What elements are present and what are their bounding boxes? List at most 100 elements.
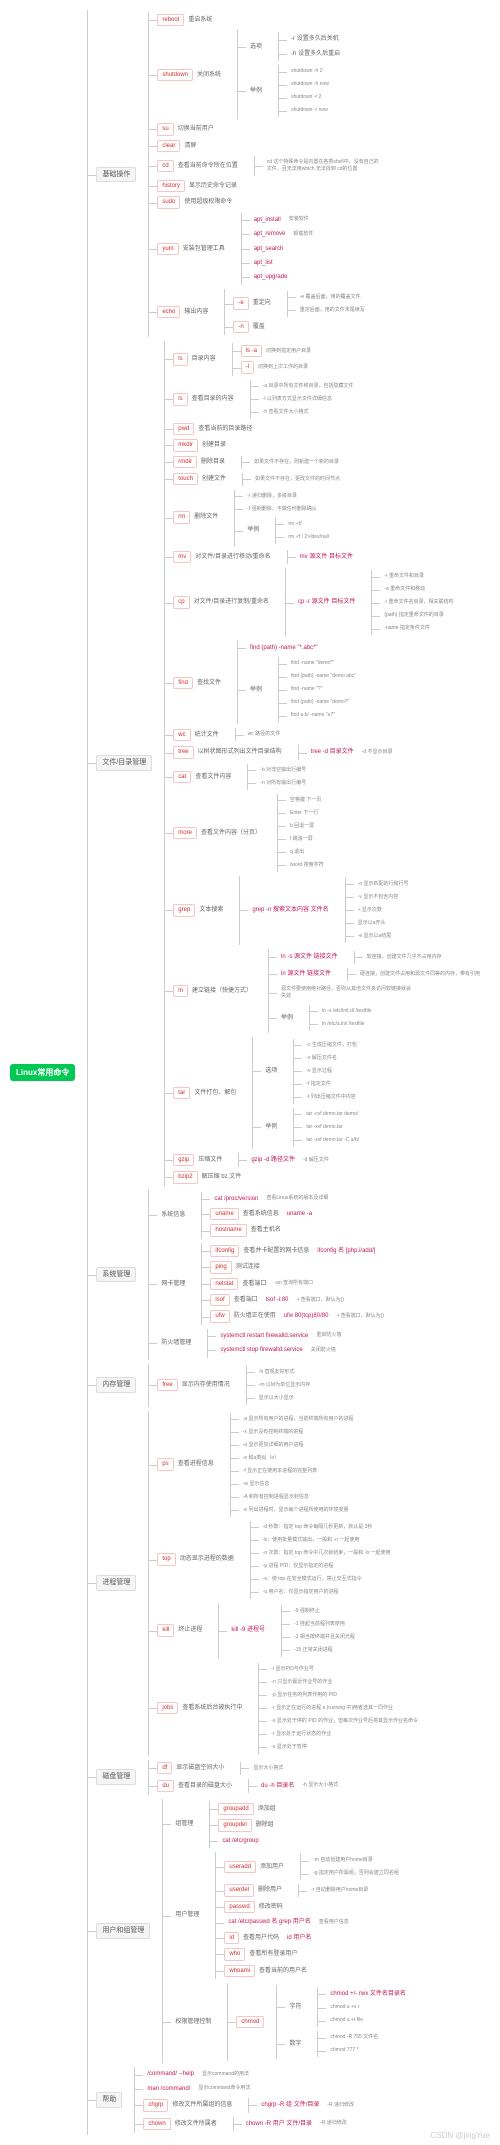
jobs-n5: -s 显示处于停的 PID 的作业，但每次作业号后将其显示作业名命令	[267, 1717, 422, 1726]
more-desc: 查看文件内容（分页）	[197, 828, 265, 838]
cmd-top[interactable]: top	[157, 1553, 175, 1565]
cmd-ln[interactable]: ln	[173, 985, 188, 997]
cmd-gzip[interactable]: gzip	[173, 1154, 194, 1166]
file-label[interactable]: 文件/目录管理	[96, 755, 152, 771]
cmd-bzip2[interactable]: bzip2	[173, 1171, 197, 1183]
basic-label[interactable]: 基础操作	[96, 167, 136, 183]
cmd-history[interactable]: history	[157, 180, 185, 192]
cmd-ifconfig[interactable]: ifconfig	[210, 1245, 239, 1257]
cmd-rmdir[interactable]: rmdir	[173, 456, 197, 468]
cmd-sudo[interactable]: sudo	[157, 196, 180, 208]
cmd-reboot[interactable]: reboot	[157, 14, 184, 26]
cmd-ls[interactable]: ls	[173, 353, 187, 365]
cmd-more[interactable]: more	[173, 827, 197, 839]
cmd-cat[interactable]: cat	[173, 771, 191, 783]
touch-note: 如果文件不存在，更改文件的时间节点	[251, 475, 344, 484]
ls-a: ls -a	[241, 345, 262, 357]
cmd-passwd[interactable]: passwd	[224, 1901, 254, 1913]
root-node[interactable]: Linux常用命令	[10, 1064, 75, 1081]
cmd-su[interactable]: su	[157, 123, 173, 135]
cmd-chgrp[interactable]: chgrp	[143, 2099, 168, 2111]
sys-label[interactable]: 系统管理	[96, 1267, 136, 1283]
echo-note2: 重定后面，用的文件末尾续写	[296, 306, 369, 315]
cmd-ping[interactable]: ping	[210, 1261, 231, 1273]
user-label[interactable]: 用户和组管理	[96, 1923, 150, 1939]
ln-ex3: ln -s /etc/init.d/ /testfile	[318, 1007, 375, 1016]
gzip-n1: -d 解压文件	[299, 1156, 333, 1165]
cmd-whoami[interactable]: whoami	[224, 1965, 255, 1977]
cmd-mv[interactable]: mv	[173, 551, 191, 563]
userdel-d: 删除用户	[254, 1885, 286, 1895]
cmd-pwd[interactable]: pwd	[173, 423, 194, 435]
cmd-touch[interactable]: touch	[173, 473, 198, 485]
cmd-du[interactable]: du	[157, 1780, 174, 1792]
cmd-free[interactable]: free	[157, 1379, 177, 1391]
disk-label[interactable]: 磁盘管理	[96, 1769, 136, 1785]
su-desc: 切换当前用户	[174, 124, 218, 134]
cmd-groupadd[interactable]: groupadd	[218, 1803, 253, 1815]
cmd-find[interactable]: find	[173, 677, 193, 689]
yum-list: apt_list	[250, 258, 277, 268]
cmd-cp[interactable]: cp	[173, 596, 189, 608]
chgrp-n1: -R 递归修改	[323, 2101, 358, 2110]
cmd-cd[interactable]: cd	[157, 160, 173, 172]
tar-n1: -c 生成压缩文件，打包	[302, 1041, 361, 1050]
ls-la2: 查看目录的内容	[188, 394, 238, 404]
cmd-who[interactable]: who	[224, 1948, 245, 1960]
grep-n2: -v 显示不包含内容	[354, 893, 403, 902]
grep-ex: grep -n 搜索文本内容 文件名	[248, 905, 332, 915]
cmd-df[interactable]: df	[157, 1762, 172, 1774]
chmod-n3: chmod u +x r	[326, 2003, 363, 2012]
cat-mem: 内存管理 free显示内存使用情况 -h 直观友好形式 -m 以M为单位显示内存…	[96, 1364, 484, 1407]
cmd-ps[interactable]: ps	[157, 1458, 173, 1470]
cmd-ls2[interactable]: ls	[173, 393, 187, 405]
cmd-chown[interactable]: chown	[143, 2118, 170, 2130]
cmd-kill[interactable]: kill	[157, 1624, 174, 1636]
rmdir-note: 如果文件不存在，则新建一个新的目录	[250, 458, 343, 467]
cmd-chmod[interactable]: chmod	[236, 2016, 264, 2028]
help-label[interactable]: 帮助	[96, 2092, 122, 2108]
man-cmd-d: 显示command命令用法	[194, 2084, 254, 2093]
mem-label[interactable]: 内存管理	[96, 1377, 136, 1393]
cmd-hostname[interactable]: hostname	[210, 1224, 246, 1236]
ps-n5: -f 显示正在使用本进程的完整列表	[239, 1467, 321, 1476]
cmd-userdel[interactable]: userdel	[224, 1884, 254, 1896]
uname-ex: uname -a	[283, 1209, 316, 1219]
cmd-grep[interactable]: grep	[173, 904, 195, 916]
sudo-desc: 使用超级权限命令	[180, 197, 236, 207]
uname-d: 查看系统信息	[239, 1209, 283, 1219]
yum-search: apt_search	[250, 244, 288, 254]
cmd-jobs[interactable]: jobs	[157, 1702, 178, 1714]
cmd-uname[interactable]: uname	[210, 1208, 238, 1220]
grep-n5: -e 显示以a结尾	[354, 932, 396, 941]
cmd-useradd[interactable]: useradd	[224, 1861, 256, 1873]
cmd-clear[interactable]: clear	[157, 140, 180, 152]
top-n3: -n 次数：指定 top 命令中几次就结束，一般和 -b 一起使用	[259, 1549, 395, 1558]
cmd-id[interactable]: id	[224, 1932, 239, 1944]
jobs-n4: -r 显示正在运行的进程 a (running 中)两者选其一同作业	[267, 1704, 397, 1713]
cmd-echo[interactable]: echo	[157, 306, 180, 318]
cmd-mkdir[interactable]: mkdir	[173, 439, 198, 451]
cmd-tar[interactable]: tar	[173, 1087, 190, 1099]
ps-n4: -e 和a类似（e）	[239, 1454, 283, 1463]
find-ex4: find -name "?"	[287, 685, 326, 694]
yum-install-d: 安装软件	[285, 215, 313, 224]
groupadd-d: 添加组	[254, 1804, 280, 1814]
cmd-yum[interactable]: yum	[157, 243, 178, 255]
cmd-ufw[interactable]: ufw	[210, 1310, 229, 1322]
cmd-rm[interactable]: rm	[173, 511, 190, 523]
rm-ex2: rm -rf / 2>/dev/null	[284, 533, 332, 542]
lsof-d: 查看端口	[230, 1295, 262, 1305]
cmd-lsof[interactable]: lsof	[210, 1294, 229, 1306]
cmd-netstat[interactable]: netstat	[210, 1278, 238, 1290]
cmd-wc[interactable]: wc	[173, 729, 190, 741]
find-ex3: find (path) -name "demo abc"	[287, 672, 360, 681]
more-n5: q 退出	[286, 848, 308, 857]
cmd-groupdel[interactable]: groupdel	[218, 1819, 251, 1831]
cmd-shutdown[interactable]: shutdown	[157, 69, 193, 81]
proc-label[interactable]: 进程管理	[96, 1575, 136, 1591]
cmd-tree[interactable]: tree	[173, 746, 193, 758]
more-n2: Enter 下一行	[286, 809, 322, 818]
grep-n4: 显示以a开头	[354, 919, 390, 928]
mkdir-desc: 创建目录	[198, 440, 230, 450]
